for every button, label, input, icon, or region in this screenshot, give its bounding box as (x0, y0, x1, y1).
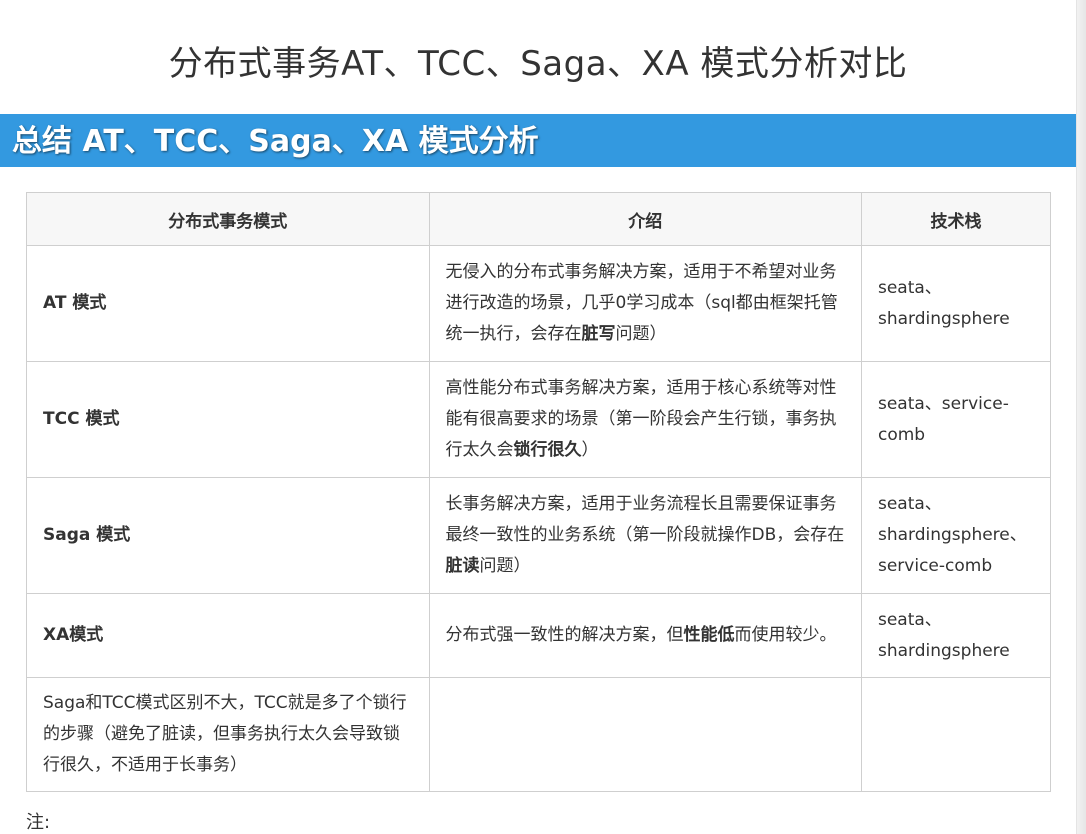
header-stack: 技术栈 (860, 192, 1052, 246)
mode-cell: AT 模式 (26, 245, 430, 362)
intro-cell: 无侵入的分布式事务解决方案，适用于不希望对业务进行改造的场景，几乎0学习成本（s… (428, 245, 862, 362)
intro-text: ） (581, 440, 599, 460)
note-cell: Saga和TCC模式区别不大，TCC就是多了个锁行的步骤（避免了脏读，但事务执行… (26, 677, 430, 792)
mode-cell: TCC 模式 (26, 361, 430, 478)
stack-cell: seata、shardingsphere (860, 245, 1052, 362)
table-header-row: 分布式事务模式 介绍 技术栈 (26, 192, 1052, 246)
intro-text: 长事务解决方案，适用于业务流程长且需要保证事务最终一致性的业务系统（第一阶段就操… (445, 494, 845, 545)
intro-text: 高性能分布式事务解决方案，适用于核心系统等对性能有很高要求的场景（第一阶段会产生… (445, 378, 837, 460)
table-row: Saga 模式 长事务解决方案，适用于业务流程长且需要保证事务最终一致性的业务系… (26, 477, 1052, 594)
window-edge (1076, 0, 1086, 834)
header-intro: 介绍 (428, 192, 862, 246)
intro-text: 问题） (615, 324, 667, 344)
empty-cell (428, 677, 862, 792)
table-row: XA模式 分布式强一致性的解决方案，但性能低而使用较少。 seata、shard… (26, 593, 1052, 678)
table-row: AT 模式 无侵入的分布式事务解决方案，适用于不希望对业务进行改造的场景，几乎0… (26, 245, 1052, 362)
note-label: 注: (26, 812, 51, 833)
intro-text: 分布式强一致性的解决方案，但 (445, 625, 684, 645)
article-page: 分布式事务AT、TCC、Saga、XA 模式分析对比 总结 AT、TCC、Sag… (0, 0, 1076, 834)
table-row: Saga和TCC模式区别不大，TCC就是多了个锁行的步骤（避免了脏读，但事务执行… (26, 677, 1052, 792)
comparison-table: 分布式事务模式 介绍 技术栈 AT 模式 无侵入的分布式事务解决方案，适用于不希… (26, 192, 1052, 792)
mode-cell: XA模式 (26, 593, 430, 678)
page-title: 分布式事务AT、TCC、Saga、XA 模式分析对比 (168, 44, 908, 84)
intro-emphasis: 性能低 (683, 625, 735, 645)
header-mode: 分布式事务模式 (26, 192, 430, 246)
stack-cell: seata、shardingsphere、service-comb (860, 477, 1052, 594)
table-row: TCC 模式 高性能分布式事务解决方案，适用于核心系统等对性能有很高要求的场景（… (26, 361, 1052, 478)
intro-text: 而使用较少。 (734, 625, 837, 645)
empty-cell (860, 677, 1052, 792)
intro-emphasis: 脏读 (445, 556, 480, 576)
intro-cell: 分布式强一致性的解决方案，但性能低而使用较少。 (428, 593, 862, 678)
intro-emphasis: 锁行很久 (513, 440, 582, 460)
mode-cell: Saga 模式 (26, 477, 430, 594)
intro-text: 问题） (479, 556, 531, 576)
intro-cell: 高性能分布式事务解决方案，适用于核心系统等对性能有很高要求的场景（第一阶段会产生… (428, 361, 862, 478)
intro-emphasis: 脏写 (581, 324, 616, 344)
intro-cell: 长事务解决方案，适用于业务流程长且需要保证事务最终一致性的业务系统（第一阶段就操… (428, 477, 862, 594)
section-heading: 总结 AT、TCC、Saga、XA 模式分析 (0, 114, 1076, 167)
stack-cell: seata、service-comb (860, 361, 1052, 478)
stack-cell: seata、shardingsphere (860, 593, 1052, 678)
